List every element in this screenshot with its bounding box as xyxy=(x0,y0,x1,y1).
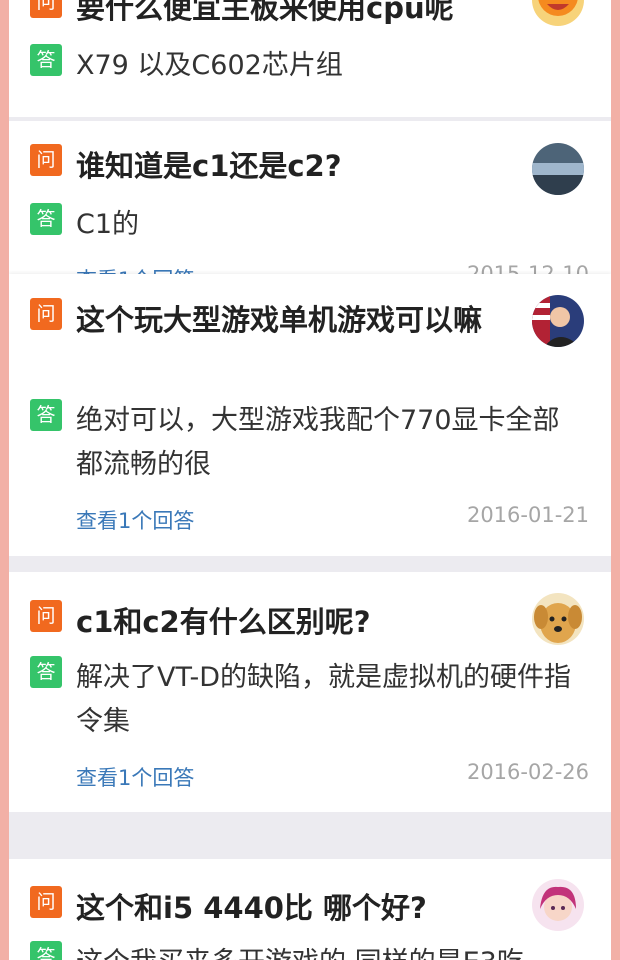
question-tag: 问 xyxy=(30,600,62,632)
answer-text[interactable]: 绝对可以，大型游戏我配个770显卡全部都流畅的很 xyxy=(76,399,586,487)
question-tag: 问 xyxy=(30,0,62,18)
qa-card[interactable]: 问 c1和c2有什么区别呢? 答 解决了VT-D的缺陷，就是虚拟机的硬件指令集 … xyxy=(9,572,611,812)
qa-card[interactable]: 问 这个和i5 4440比 哪个好? 答 这个我买来多开游戏的 同样的是E3吃 xyxy=(9,859,611,960)
qa-card[interactable]: 问 这个玩大型游戏单机游戏可以嘛 答 绝对可以，大型游戏我配个770显卡全部都流… xyxy=(9,274,611,556)
question-text[interactable]: 这个和i5 4440比 哪个好? xyxy=(76,886,506,930)
answer-tag: 答 xyxy=(30,203,62,235)
qa-card[interactable]: 问 谁知道是c1还是c2? 答 C1的 查看1个回答 2015-12-10 xyxy=(9,121,611,281)
user-avatar xyxy=(532,593,584,645)
user-avatar xyxy=(532,143,584,195)
answer-tag: 答 xyxy=(30,656,62,688)
view-answers-link[interactable]: 查看1个回答 xyxy=(76,505,194,535)
question-tag: 问 xyxy=(30,886,62,918)
view-answers-link[interactable]: 查看1个回答 xyxy=(76,762,194,792)
question-tag: 问 xyxy=(30,298,62,330)
answer-tag: 答 xyxy=(30,399,62,431)
qa-list: 问 要什么便宜主板来使用cpu呢 答 X79 以及C602芯片组 问 谁知道是c… xyxy=(9,0,611,960)
post-date: 2016-02-26 xyxy=(466,760,589,784)
question-text[interactable]: 要什么便宜主板来使用cpu呢 xyxy=(76,0,506,30)
answer-text[interactable]: X79 以及C602芯片组 xyxy=(76,44,586,88)
qa-card[interactable]: 问 要什么便宜主板来使用cpu呢 答 X79 以及C602芯片组 xyxy=(9,0,611,117)
user-avatar xyxy=(532,879,584,931)
question-tag: 问 xyxy=(30,144,62,176)
question-text[interactable]: 谁知道是c1还是c2? xyxy=(76,144,506,188)
answer-text[interactable]: 解决了VT-D的缺陷，就是虚拟机的硬件指令集 xyxy=(76,656,586,744)
question-text[interactable]: 这个玩大型游戏单机游戏可以嘛 xyxy=(76,298,506,342)
answer-text[interactable]: C1的 xyxy=(76,203,586,247)
post-date: 2016-01-21 xyxy=(466,503,589,527)
user-avatar xyxy=(532,295,584,347)
answer-tag: 答 xyxy=(30,44,62,76)
answer-tag: 答 xyxy=(30,941,62,960)
user-avatar xyxy=(532,0,584,26)
answer-text[interactable]: 这个我买来多开游戏的 同样的是E3吃 xyxy=(76,941,586,960)
question-text[interactable]: c1和c2有什么区别呢? xyxy=(76,600,506,644)
